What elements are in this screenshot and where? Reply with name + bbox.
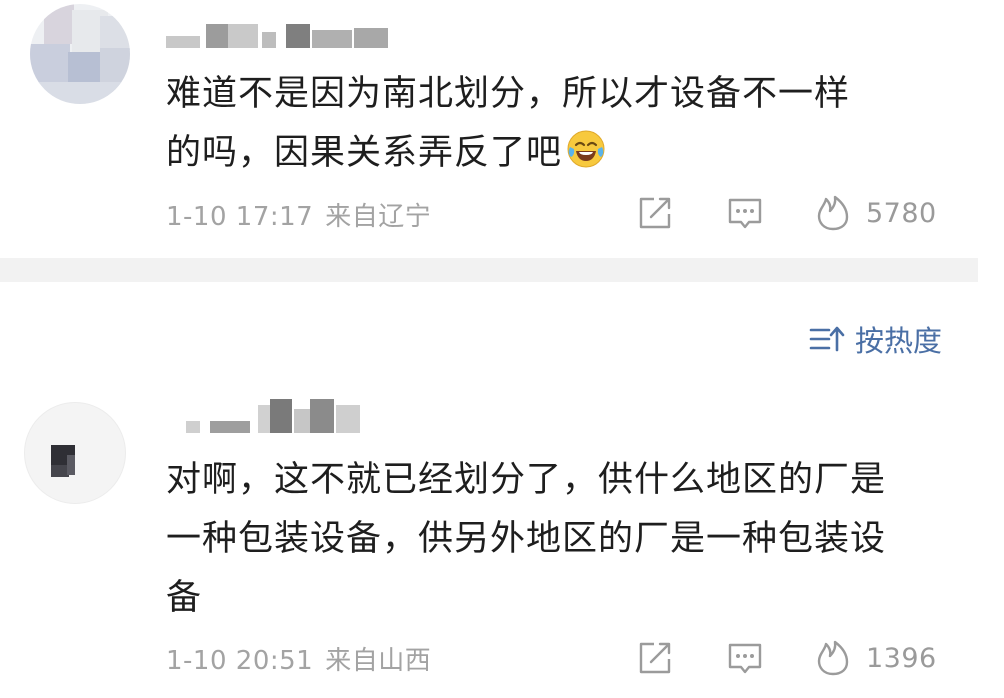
avatar[interactable]: [30, 4, 130, 104]
share-icon: [639, 642, 671, 674]
comment-text: 难道不是因为南北划分，所以才设备不一样 的吗，因果关系弄反了吧: [166, 74, 851, 173]
comment-meta: 1-10 20:51 来自山西: [166, 640, 431, 677]
comment-text: 对啊，这不就已经划分了，供什么地区的厂是 一种包装设备，供另外地区的厂是一种包装设…: [166, 460, 887, 618]
share-button[interactable]: [636, 194, 674, 232]
comment-icon: [728, 643, 762, 674]
comment-date: 1-10 20:51: [166, 646, 314, 676]
avatar[interactable]: [24, 402, 126, 504]
like-button[interactable]: 1396: [816, 639, 937, 677]
comment-location: 来自辽宁: [325, 202, 432, 232]
flame-icon: [817, 640, 849, 676]
comment-location: 来自山西: [325, 646, 432, 676]
comment-meta: 1-10 17:17 来自辽宁: [166, 196, 431, 233]
share-button[interactable]: [636, 639, 674, 677]
sort-label: 按热度: [854, 324, 942, 358]
reply-button[interactable]: [726, 639, 764, 677]
username-blurred[interactable]: [186, 399, 386, 433]
flame-icon: [817, 195, 849, 231]
reply-button[interactable]: [726, 194, 764, 232]
comment-icon: [728, 198, 762, 229]
comment-item: 对啊，这不就已经划分了，供什么地区的厂是 一种包装设备，供另外地区的厂是一种包装设…: [0, 395, 1004, 698]
laugh-cry-emoji: [566, 129, 606, 169]
like-count: 1396: [866, 642, 937, 674]
comment-date: 1-10 17:17: [166, 202, 314, 232]
comment-item: 难道不是因为南北划分，所以才设备不一样 的吗，因果关系弄反了吧 1-10 17:1…: [0, 0, 1004, 258]
sort-by-hot-button[interactable]: 按热度: [809, 318, 942, 360]
like-count: 5780: [866, 197, 937, 229]
like-button[interactable]: 5780: [816, 194, 937, 232]
sort-icon: [809, 326, 845, 352]
share-icon: [639, 197, 671, 229]
username-blurred[interactable]: [166, 14, 446, 48]
section-divider: [0, 258, 978, 282]
